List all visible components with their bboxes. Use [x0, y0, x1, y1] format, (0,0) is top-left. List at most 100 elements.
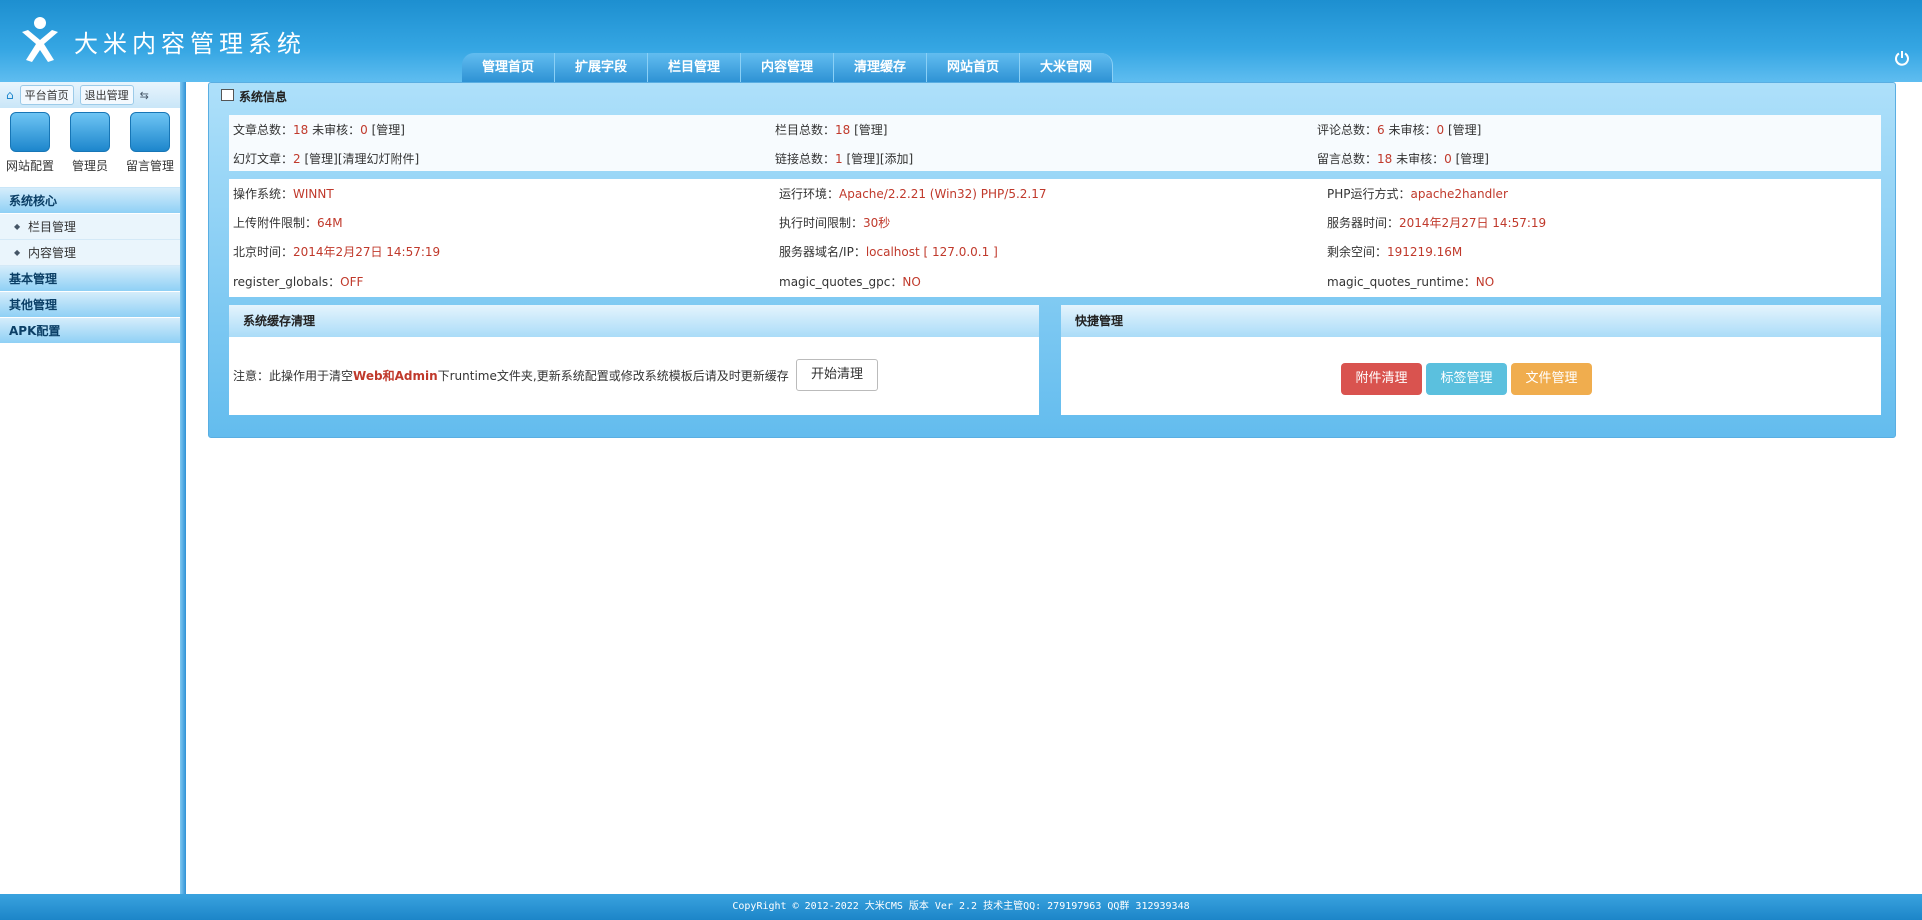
slides-stat: 幻灯文章：2 [管理][清理幻灯附件]	[233, 150, 419, 167]
panel-icon	[221, 89, 234, 101]
app-title: 大米内容管理系统	[74, 30, 306, 58]
manage-link[interactable]: [管理][添加]	[843, 152, 913, 166]
magic-runtime-info: magic_quotes_runtime：NO	[1327, 273, 1494, 290]
server-host-info: 服务器域名/IP：localhost [ 127.0.0.1 ]	[779, 243, 998, 260]
sidebar-item-content[interactable]: 内容管理	[0, 240, 180, 266]
value: WINNT	[293, 187, 334, 201]
sidebar-splitter[interactable]	[180, 82, 186, 894]
manage-link[interactable]: [管理]	[850, 123, 887, 137]
manage-link[interactable]: [管理][清理幻灯附件]	[301, 152, 419, 166]
value: 18	[835, 123, 851, 137]
nav-cache[interactable]: 清理缓存	[834, 53, 927, 82]
value: 2014年2月27日 14:57:19	[1399, 216, 1547, 230]
group-basic[interactable]: 基本管理	[0, 266, 180, 292]
value: 64M	[317, 216, 343, 230]
gear-icon	[10, 112, 50, 152]
group-other[interactable]: 其他管理	[0, 292, 180, 318]
platform-home-link[interactable]: 平台首页	[19, 85, 74, 105]
home-icon[interactable]: ⌂	[6, 88, 14, 102]
upload-info: 上传附件限制：64M	[233, 214, 343, 231]
php-mode-info: PHP运行方式：apache2handler	[1327, 185, 1508, 202]
label: 北京时间：	[233, 245, 294, 259]
attachment-clean-button[interactable]: 附件清理	[1341, 363, 1422, 395]
label: 文章总数：	[233, 123, 294, 137]
file-manage-button[interactable]: 文件管理	[1511, 363, 1592, 395]
label: register_globals：	[233, 275, 341, 289]
label: 评论总数：	[1317, 123, 1378, 137]
system-info-panel: 系统信息 文章总数：18 未审核：0 [管理] 幻灯文章：2 [管理][清理幻灯…	[208, 82, 1896, 438]
label: 栏目总数：	[775, 123, 836, 137]
collapse-icon[interactable]: ⇆	[140, 89, 149, 102]
quick-site-config[interactable]: 网站配置	[2, 112, 58, 187]
power-icon[interactable]	[1894, 50, 1910, 66]
nav-site[interactable]: 网站首页	[927, 53, 1020, 82]
os-info: 操作系统：WINNT	[233, 185, 334, 202]
nav-home[interactable]: 管理首页	[462, 53, 555, 82]
value: OFF	[340, 275, 364, 289]
stats-box: 文章总数：18 未审核：0 [管理] 幻灯文章：2 [管理][清理幻灯附件] 栏…	[229, 115, 1881, 171]
value: 0	[1444, 152, 1452, 166]
manage-link[interactable]: [管理]	[1452, 152, 1489, 166]
label: 未审核：	[1384, 123, 1437, 137]
server-time-info: 服务器时间：2014年2月27日 14:57:19	[1327, 214, 1546, 231]
value: 2	[293, 152, 301, 166]
label: 链接总数：	[775, 152, 836, 166]
comments-stat: 评论总数：6 未审核：0 [管理]	[1317, 121, 1481, 138]
label: 运行环境：	[779, 187, 840, 201]
nav-official[interactable]: 大米官网	[1020, 53, 1113, 82]
sidebar-toolbar: ⌂ 平台首页 退出管理 ⇆	[0, 82, 180, 108]
value: NO	[1475, 275, 1495, 289]
nav-columns[interactable]: 栏目管理	[648, 53, 741, 82]
value: 2014年2月27日 14:57:19	[293, 245, 441, 259]
env-info: 运行环境：Apache/2.2.21 (Win32) PHP/5.2.17	[779, 185, 1047, 202]
label: magic_quotes_gpc：	[779, 275, 903, 289]
messages-stat: 留言总数：18 未审核：0 [管理]	[1317, 150, 1489, 167]
value: 18	[293, 123, 309, 137]
manage-link[interactable]: [管理]	[1444, 123, 1481, 137]
note-suffix: 下runtime文件夹,更新系统配置或修改系统模板后请及时更新缓存	[437, 369, 789, 383]
quick-links: 网站配置 管理员 留言管理	[0, 108, 180, 188]
manage-link[interactable]: [管理]	[368, 123, 405, 137]
label: 服务器时间：	[1327, 216, 1400, 230]
chat-icon	[130, 112, 170, 152]
group-apk[interactable]: APK配置	[0, 318, 180, 344]
start-clean-button[interactable]: 开始清理	[796, 359, 878, 391]
exec-time-info: 执行时间限制：30秒	[779, 214, 890, 231]
header: 大米内容管理系统 管理首页 扩展字段 栏目管理 内容管理 清理缓存 网站首页 大…	[0, 0, 1922, 82]
nav-content[interactable]: 内容管理	[741, 53, 834, 82]
admin-dir: Admin	[394, 369, 438, 383]
value: 6	[1377, 123, 1385, 137]
label: 服务器域名/IP：	[779, 245, 866, 259]
clipboard-icon	[70, 112, 110, 152]
sidebar-item-columns[interactable]: 栏目管理	[0, 214, 180, 240]
tag-manage-button[interactable]: 标签管理	[1426, 363, 1507, 395]
quick-admin[interactable]: 管理员	[62, 112, 118, 187]
value: localhost [ 127.0.0.1 ]	[865, 245, 998, 259]
value: 1	[835, 152, 843, 166]
value: 191219.16M	[1387, 245, 1463, 259]
value: 18	[1377, 152, 1393, 166]
articles-stat: 文章总数：18 未审核：0 [管理]	[233, 121, 405, 138]
quick-manage-title: 快捷管理	[1061, 305, 1881, 337]
cache-note: 注意：此操作用于清空Web和Admin下runtime文件夹,更新系统配置或修改…	[233, 367, 789, 384]
value: 0	[1436, 123, 1445, 137]
register-globals-info: register_globals：OFF	[233, 273, 363, 290]
label: 未审核：	[308, 123, 361, 137]
label: magic_quotes_runtime：	[1327, 275, 1476, 289]
quick-messages[interactable]: 留言管理	[122, 112, 178, 187]
value: apache2handler	[1410, 187, 1508, 201]
quick-label: 网站配置	[5, 159, 54, 173]
label: PHP运行方式：	[1327, 187, 1411, 201]
label: 留言总数：	[1317, 152, 1378, 166]
group-core[interactable]: 系统核心	[0, 188, 180, 214]
panel-title: 系统信息	[239, 90, 288, 104]
logout-link[interactable]: 退出管理	[79, 85, 134, 105]
nav-fields[interactable]: 扩展字段	[555, 53, 648, 82]
top-nav: 管理首页 扩展字段 栏目管理 内容管理 清理缓存 网站首页 大米官网	[462, 53, 1113, 82]
quick-buttons: 附件清理 标签管理 文件管理	[1341, 363, 1592, 395]
web-dir: Web	[353, 369, 383, 383]
server-info-box: 操作系统：WINNT 上传附件限制：64M 北京时间：2014年2月27日 14…	[229, 179, 1881, 297]
label: 执行时间限制：	[779, 216, 864, 230]
label: 幻灯文章：	[233, 152, 294, 166]
quick-label: 留言管理	[125, 159, 174, 173]
